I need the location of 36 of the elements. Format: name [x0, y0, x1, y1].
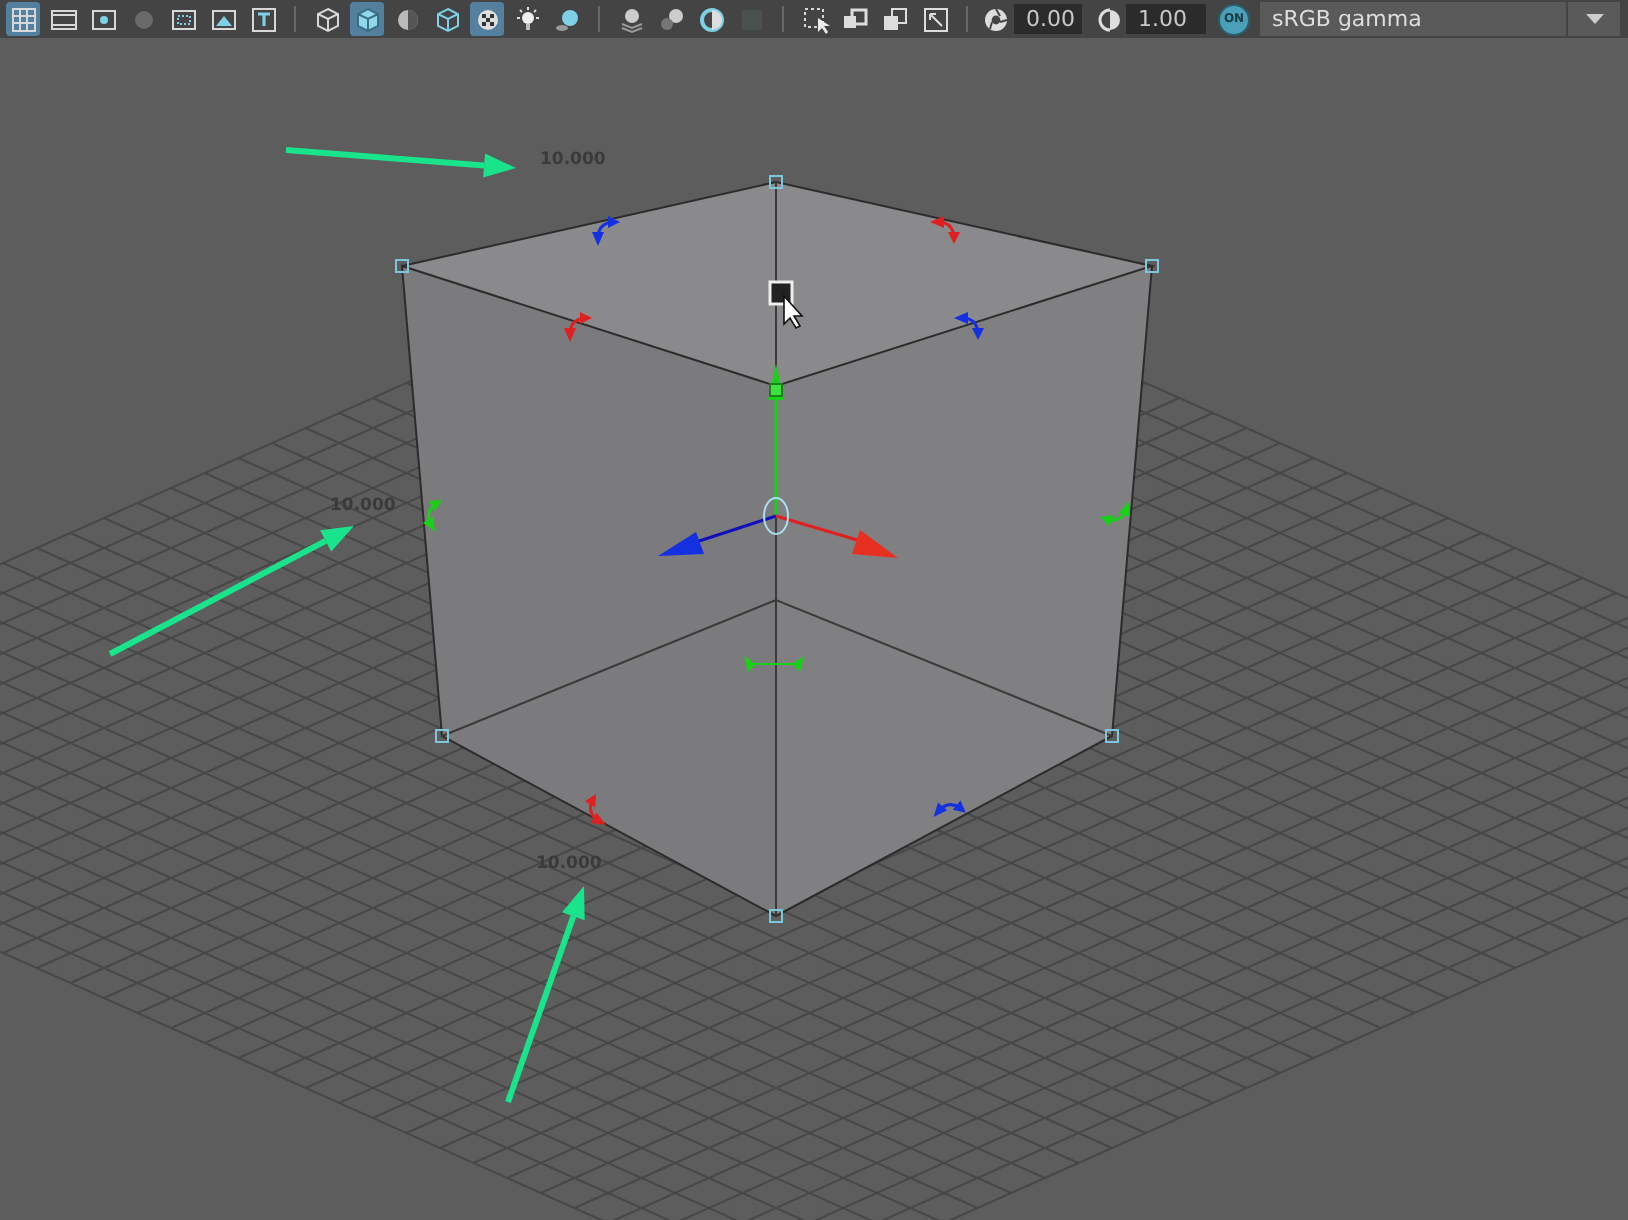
rotate-handle-icon [564, 312, 592, 342]
toolbar-toggle-button[interactable] [246, 2, 280, 36]
toolbar-toggle-button[interactable] [798, 2, 832, 36]
toolbar-toggle-button[interactable] [6, 2, 40, 36]
corner-handle[interactable] [395, 259, 409, 273]
rotate-handle-icon [584, 793, 606, 825]
toolbar-toggle-button[interactable] [694, 2, 728, 36]
caret-icon [1585, 14, 1603, 24]
aperture-icon[interactable] [982, 5, 1010, 33]
half-circle-icon[interactable] [1098, 5, 1122, 33]
corner-handle[interactable] [1105, 729, 1119, 743]
shaded-icon [353, 5, 381, 33]
lights-icon [513, 5, 541, 33]
rotate-handle-icon [592, 216, 620, 246]
cursor-icon [768, 280, 804, 330]
checker-icon [473, 5, 501, 33]
wireframe-icon [313, 5, 341, 33]
rotate-handle-icon [933, 800, 966, 818]
grid-icon [9, 5, 37, 33]
rotate-handle-icon [930, 216, 960, 244]
toolbar-toggle-button[interactable] [918, 2, 952, 36]
corner-handle[interactable] [435, 729, 449, 743]
toolbar-toggle-button[interactable] [350, 2, 384, 36]
move-manipulator-drawing[interactable] [658, 364, 898, 558]
gamma-field[interactable]: 1.00 [1126, 4, 1206, 34]
corner-handle[interactable] [1145, 259, 1159, 273]
toolbar-toggle-button[interactable] [470, 2, 504, 36]
corner-handle[interactable] [769, 909, 783, 923]
rotate-handle-icon [954, 312, 984, 340]
rotate-handle-icon [422, 500, 443, 532]
exposure-field[interactable]: 0.00 [1014, 4, 1082, 34]
corner-handle[interactable] [769, 175, 783, 189]
toolbar-toggle-button[interactable] [878, 2, 912, 36]
rotate-handle-icon [744, 656, 804, 672]
rotate-handle-icon [1100, 501, 1130, 527]
view-transform-dropdown[interactable]: sRGB gamma [1260, 2, 1620, 36]
